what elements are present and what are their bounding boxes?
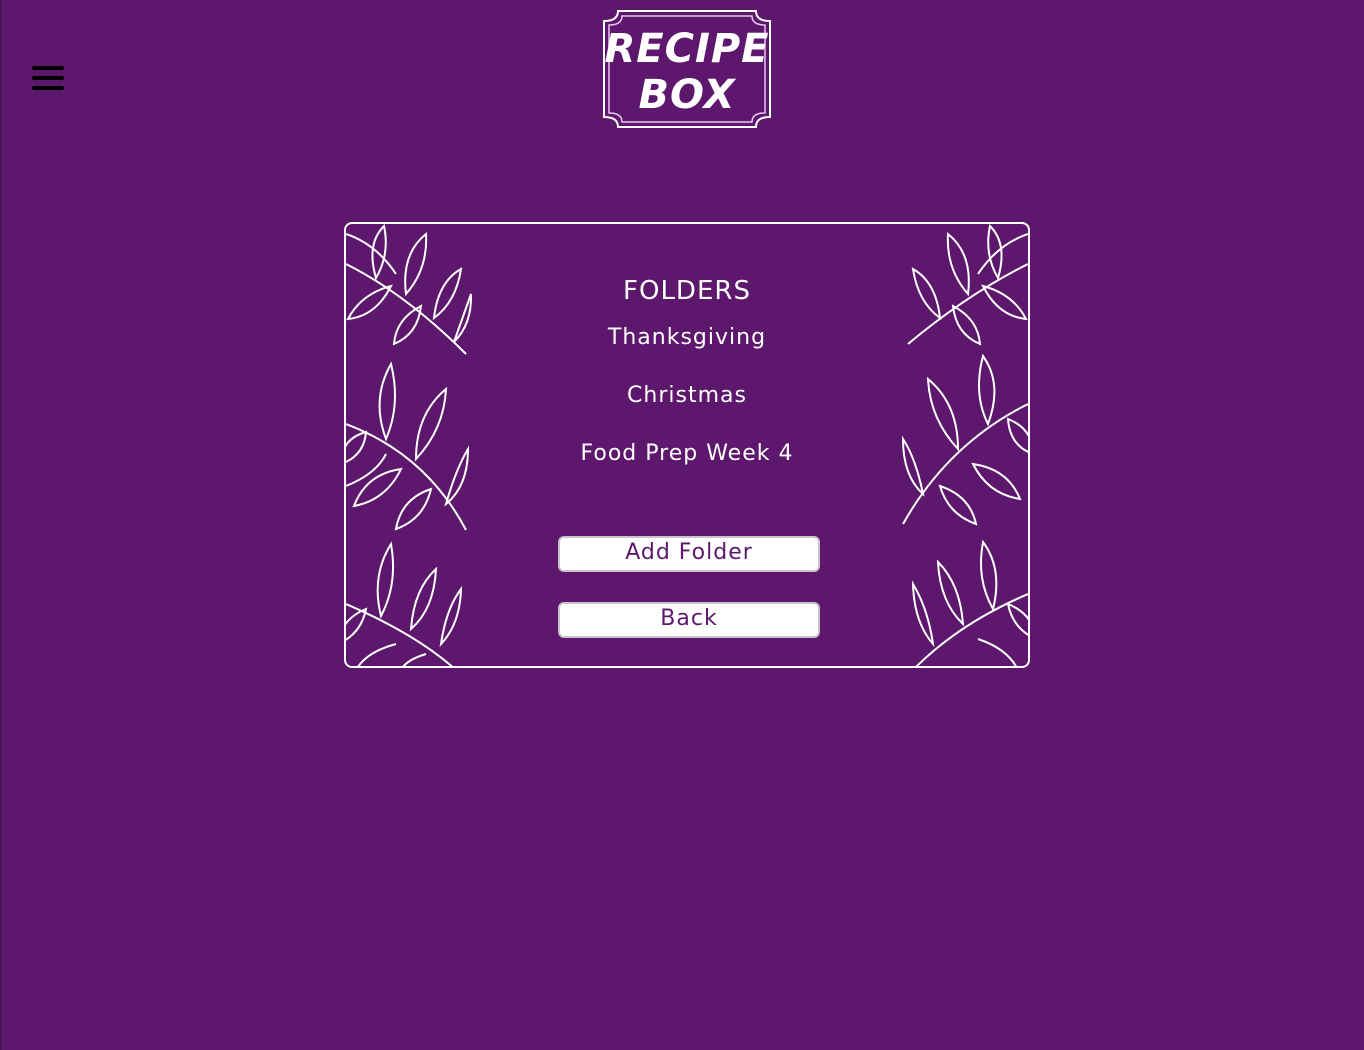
folders-title: FOLDERS	[623, 276, 751, 306]
back-button[interactable]: Back	[558, 602, 820, 638]
hamburger-menu-icon[interactable]	[28, 62, 68, 98]
folder-item-thanksgiving[interactable]: Thanksgiving	[346, 320, 1028, 378]
logo-line-2: BOX	[638, 72, 736, 118]
page: RECIPE BOX FOLDERS Thanksgiving Christma…	[0, 0, 1364, 1050]
folder-item-food-prep-week-4[interactable]: Food Prep Week 4	[346, 436, 1028, 494]
logo-line-1: RECIPE	[604, 26, 770, 72]
add-folder-button[interactable]: Add Folder	[558, 536, 820, 572]
recipe-box-logo: RECIPE BOX	[600, 7, 774, 131]
folder-item-christmas[interactable]: Christmas	[346, 378, 1028, 436]
folders-card: FOLDERS Thanksgiving Christmas Food Prep…	[344, 222, 1030, 668]
folder-list: Thanksgiving Christmas Food Prep Week 4	[346, 320, 1028, 494]
